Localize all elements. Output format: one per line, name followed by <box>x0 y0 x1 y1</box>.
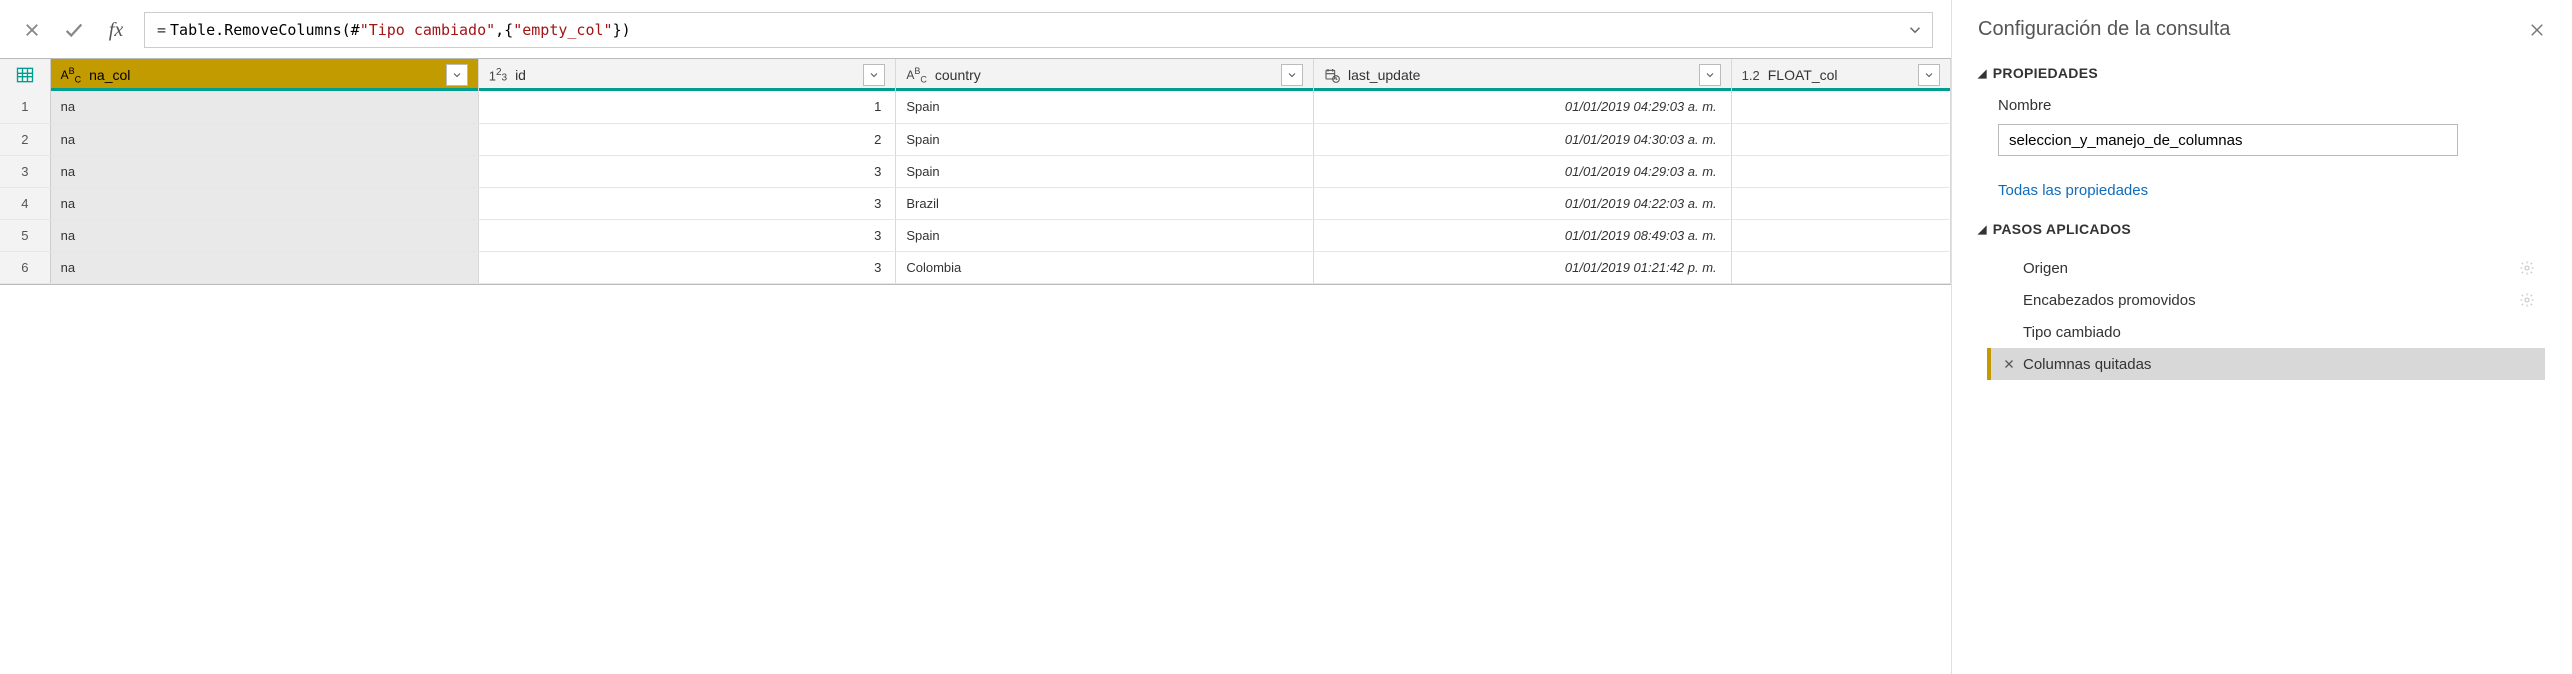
fx-icon[interactable]: fx <box>102 16 130 44</box>
step-label: Tipo cambiado <box>2023 324 2121 341</box>
column-filter-button[interactable] <box>446 64 468 86</box>
cell-last_update[interactable]: 01/01/2019 04:29:03 a. m. <box>1314 91 1732 123</box>
table-row[interactable]: 6na3Colombia01/01/2019 01:21:42 p. m. <box>0 251 1951 283</box>
applied-steps-section-label: PASOS APLICADOS <box>1993 221 2131 237</box>
row-index[interactable]: 4 <box>0 187 50 219</box>
table-row[interactable]: 3na3Spain01/01/2019 04:29:03 a. m. <box>0 155 1951 187</box>
query-editor-main: fx = Table.RemoveColumns(#"Tipo cambiado… <box>0 0 1952 674</box>
step-label: Origen <box>2023 260 2068 277</box>
query-name-input[interactable] <box>1998 124 2458 156</box>
cell-last_update[interactable]: 01/01/2019 04:22:03 a. m. <box>1314 187 1732 219</box>
panel-close-button[interactable] <box>2528 21 2546 39</box>
column-header-FLOAT_col[interactable]: 1.2 FLOAT_col <box>1731 59 1950 91</box>
applied-step[interactable]: Tipo cambiado <box>1987 316 2545 348</box>
table-row[interactable]: 4na3Brazil01/01/2019 04:22:03 a. m. <box>0 187 1951 219</box>
applied-step[interactable]: Columnas quitadas <box>1987 348 2545 380</box>
cell-FLOAT_col[interactable] <box>1731 91 1950 123</box>
row-index[interactable]: 2 <box>0 123 50 155</box>
column-filter-button[interactable] <box>863 64 885 86</box>
type-icon: 123 <box>489 67 507 83</box>
cell-id[interactable]: 2 <box>478 123 896 155</box>
column-header-country[interactable]: ABC country <box>896 59 1314 91</box>
step-settings-icon[interactable] <box>2519 292 2535 308</box>
cell-id[interactable]: 3 <box>478 219 896 251</box>
panel-title: Configuración de la consulta <box>1978 18 2230 41</box>
column-name: country <box>935 67 1273 83</box>
cell-na_col[interactable]: na <box>50 91 478 123</box>
cell-country[interactable]: Spain <box>896 155 1314 187</box>
caret-icon: ◢ <box>1978 67 1987 80</box>
table-icon <box>0 59 50 91</box>
cell-last_update[interactable]: 01/01/2019 08:49:03 a. m. <box>1314 219 1732 251</box>
cell-id[interactable]: 1 <box>478 91 896 123</box>
formula-input[interactable]: = Table.RemoveColumns(#"Tipo cambiado",{… <box>144 12 1933 48</box>
cell-na_col[interactable]: na <box>50 219 478 251</box>
properties-section-header[interactable]: ◢ PROPIEDADES <box>1978 65 2546 81</box>
cell-na_col[interactable]: na <box>50 251 478 283</box>
cell-FLOAT_col[interactable] <box>1731 219 1950 251</box>
column-header-id[interactable]: 123 id <box>478 59 896 91</box>
cell-id[interactable]: 3 <box>478 251 896 283</box>
type-icon: ABC <box>906 66 927 84</box>
cell-na_col[interactable]: na <box>50 155 478 187</box>
applied-steps-list: Origen Encabezados promovidos Tipo cambiad… <box>1986 251 2546 381</box>
cell-last_update[interactable]: 01/01/2019 01:21:42 p. m. <box>1314 251 1732 283</box>
cell-FLOAT_col[interactable] <box>1731 155 1950 187</box>
table-row[interactable]: 5na3Spain01/01/2019 08:49:03 a. m. <box>0 219 1951 251</box>
cell-country[interactable]: Colombia <box>896 251 1314 283</box>
type-icon: ABC <box>61 66 82 84</box>
delete-step-icon[interactable] <box>2003 358 2015 370</box>
cell-FLOAT_col[interactable] <box>1731 251 1950 283</box>
cell-last_update[interactable]: 01/01/2019 04:29:03 a. m. <box>1314 155 1732 187</box>
properties-section-label: PROPIEDADES <box>1993 65 2098 81</box>
column-header-na_col[interactable]: ABC na_col <box>50 59 478 91</box>
cell-country[interactable]: Spain <box>896 123 1314 155</box>
table-row[interactable]: 2na2Spain01/01/2019 04:30:03 a. m. <box>0 123 1951 155</box>
formula-bar: fx = Table.RemoveColumns(#"Tipo cambiado… <box>0 0 1951 58</box>
data-table-container[interactable]: ABCna_col123idABCcountrylast_update1.2FL… <box>0 58 1951 285</box>
cell-country[interactable]: Brazil <box>896 187 1314 219</box>
type-icon: 1.2 <box>1742 68 1760 83</box>
column-filter-button[interactable] <box>1699 64 1721 86</box>
column-name: id <box>515 67 855 83</box>
applied-step[interactable]: Origen <box>1987 252 2545 284</box>
table-corner[interactable] <box>0 59 50 91</box>
table-row[interactable]: 1na1Spain01/01/2019 04:29:03 a. m. <box>0 91 1951 123</box>
cell-id[interactable]: 3 <box>478 155 896 187</box>
cell-country[interactable]: Spain <box>896 91 1314 123</box>
cell-na_col[interactable]: na <box>50 123 478 155</box>
type-icon <box>1324 67 1340 83</box>
query-settings-panel: Configuración de la consulta ◢ PROPIEDAD… <box>1952 0 2572 674</box>
name-label: Nombre <box>1998 97 2546 114</box>
column-filter-button[interactable] <box>1281 64 1303 86</box>
data-table: ABCna_col123idABCcountrylast_update1.2FL… <box>0 59 1951 284</box>
all-properties-link[interactable]: Todas las propiedades <box>1998 182 2546 199</box>
step-settings-icon[interactable] <box>2519 260 2535 276</box>
row-index[interactable]: 6 <box>0 251 50 283</box>
step-label: Encabezados promovidos <box>2023 292 2196 309</box>
column-name: na_col <box>89 67 438 83</box>
cell-last_update[interactable]: 01/01/2019 04:30:03 a. m. <box>1314 123 1732 155</box>
row-index[interactable]: 3 <box>0 155 50 187</box>
step-label: Columnas quitadas <box>2023 356 2151 373</box>
formula-cancel-button[interactable] <box>18 16 46 44</box>
cell-FLOAT_col[interactable] <box>1731 187 1950 219</box>
applied-steps-section-header[interactable]: ◢ PASOS APLICADOS <box>1978 221 2546 237</box>
formula-accept-button[interactable] <box>60 16 88 44</box>
caret-icon: ◢ <box>1978 223 1987 236</box>
column-name: FLOAT_col <box>1768 67 1910 83</box>
cell-country[interactable]: Spain <box>896 219 1314 251</box>
column-header-last_update[interactable]: last_update <box>1314 59 1732 91</box>
column-filter-button[interactable] <box>1918 64 1940 86</box>
row-index[interactable]: 5 <box>0 219 50 251</box>
applied-step[interactable]: Encabezados promovidos <box>1987 284 2545 316</box>
formula-text: Table.RemoveColumns(#"Tipo cambiado",{"e… <box>170 21 631 39</box>
column-name: last_update <box>1348 67 1691 83</box>
row-index[interactable]: 1 <box>0 91 50 123</box>
formula-prefix: = <box>157 21 166 39</box>
cell-id[interactable]: 3 <box>478 187 896 219</box>
formula-expand-button[interactable] <box>1906 21 1924 39</box>
cell-na_col[interactable]: na <box>50 187 478 219</box>
cell-FLOAT_col[interactable] <box>1731 123 1950 155</box>
